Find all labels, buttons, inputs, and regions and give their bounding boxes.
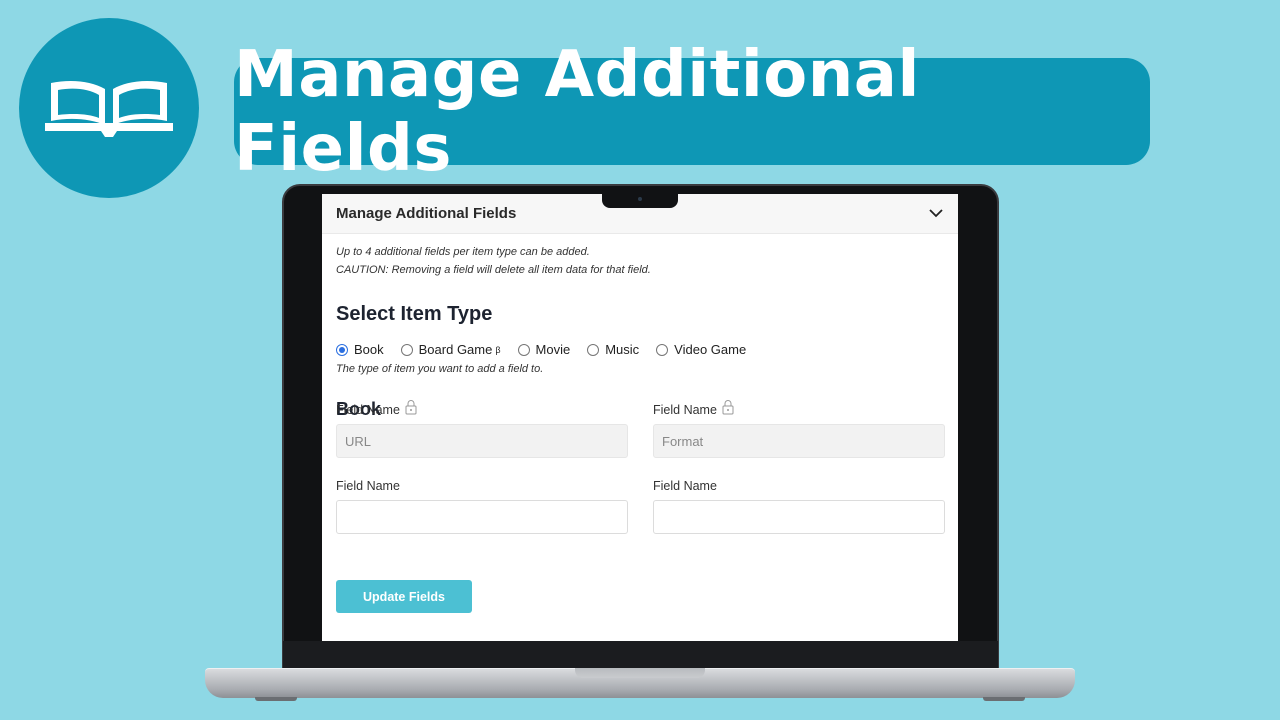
radio-label: Book	[354, 342, 384, 357]
radio-button[interactable]	[517, 343, 530, 356]
camera-notch	[602, 194, 678, 208]
item-type-hint: The type of item you want to add a field…	[336, 363, 544, 375]
panel-body: Up to 4 additional fields per item type …	[322, 234, 958, 420]
field-label-text: Field Name	[336, 403, 400, 417]
field-name-input-url[interactable]	[336, 424, 628, 458]
radio-label: Board Game	[418, 342, 493, 357]
lock-icon	[722, 400, 734, 415]
field-group: Field Name	[336, 476, 628, 552]
radio-label: Movie	[535, 342, 571, 357]
radio-option-music[interactable]: Music	[587, 342, 639, 357]
field-label: Field Name	[336, 400, 628, 420]
radio-option-book[interactable]: Book	[336, 342, 384, 357]
radio-option-movie[interactable]: Movie	[517, 342, 571, 357]
chevron-down-icon[interactable]	[928, 206, 944, 222]
update-fields-button[interactable]: Update Fields	[336, 580, 472, 613]
radio-button[interactable]	[400, 343, 413, 356]
caution-note: CAUTION: Removing a field will delete al…	[336, 264, 651, 276]
open-book-icon	[45, 81, 173, 137]
field-name-input-3[interactable]	[336, 500, 628, 534]
laptop-hinge-notch	[575, 668, 705, 678]
logo	[19, 18, 199, 198]
field-label-text: Field Name	[653, 403, 717, 417]
field-name-input-format[interactable]	[653, 424, 945, 458]
field-group: Field Name	[336, 400, 628, 476]
radio-button[interactable]	[587, 343, 600, 356]
radio-button[interactable]	[336, 343, 348, 356]
select-item-type-heading: Select Item Type	[336, 303, 493, 325]
beta-badge: β	[495, 344, 501, 355]
field-label-text: Field Name	[336, 479, 400, 493]
laptop-screen: Manage Additional Fields Up to 4 additio…	[322, 194, 958, 641]
book-fields-grid: Field Name Field Name	[336, 400, 945, 552]
field-group: Field Name	[653, 476, 945, 552]
laptop-foot	[255, 697, 297, 701]
lock-icon	[405, 400, 417, 415]
radio-option-video-game[interactable]: Video Game	[656, 342, 746, 357]
laptop-foot	[983, 697, 1025, 701]
radio-label: Music	[605, 342, 640, 357]
radio-label: Video Game	[674, 342, 747, 357]
camera-icon	[638, 197, 642, 201]
limit-note: Up to 4 additional fields per item type …	[336, 246, 590, 258]
field-name-input-4[interactable]	[653, 500, 945, 534]
radio-option-board-game[interactable]: Board Game β	[400, 342, 501, 357]
field-label-text: Field Name	[653, 479, 717, 493]
item-type-radio-group: Book Board Game β Movie Music Video Game	[336, 342, 944, 357]
field-label: Field Name	[653, 476, 945, 496]
laptop-chin	[283, 641, 998, 668]
field-label: Field Name	[336, 476, 628, 496]
field-label: Field Name	[653, 400, 945, 420]
banner-title: Manage Additional Fields	[234, 37, 920, 186]
field-group: Field Name	[653, 400, 945, 476]
radio-button[interactable]	[656, 343, 669, 356]
banner-title-pill: Manage Additional Fields	[234, 38, 1150, 186]
panel-title: Manage Additional Fields	[336, 205, 517, 222]
